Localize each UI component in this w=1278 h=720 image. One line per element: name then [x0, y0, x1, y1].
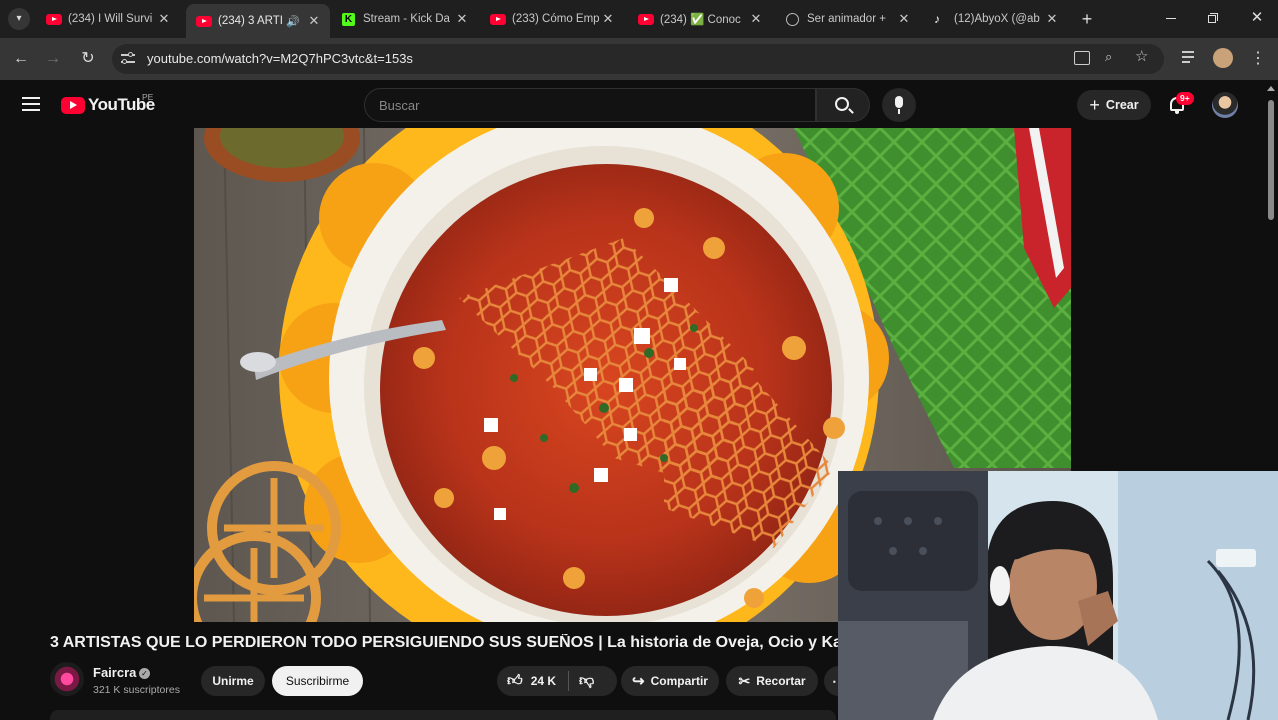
close-window-icon[interactable]: ✕ — [1248, 8, 1266, 28]
youtube-play-logo-icon — [61, 96, 85, 114]
address-bar[interactable]: youtube.com/watch?v=M2Q7hPC3vtc&t=153s ⌕… — [112, 44, 1164, 74]
globe-favicon-icon — [786, 12, 799, 26]
search-box[interactable]: Buscar — [364, 88, 816, 122]
subscriber-count: 321 K suscriptores — [93, 684, 180, 696]
media-controls-icon[interactable] — [1182, 51, 1198, 65]
channel-avatar[interactable] — [50, 662, 84, 696]
tab-4[interactable]: (233) Cómo Emp ✕ — [480, 6, 624, 32]
hamburger-menu-icon[interactable] — [22, 97, 40, 111]
new-tab-icon[interactable]: + — [1076, 8, 1098, 30]
tiktok-favicon-icon: ♪ — [934, 11, 940, 26]
restore-icon[interactable] — [1205, 10, 1221, 26]
kick-favicon-icon: K — [342, 12, 355, 26]
scroll-thumb[interactable] — [1268, 100, 1274, 220]
divider — [568, 671, 570, 691]
browser-toolbar: ← → ↻ youtube.com/watch?v=M2Q7hPC3vtc&t=… — [0, 38, 1278, 80]
bookmark-star-icon[interactable]: ☆ — [1135, 49, 1151, 65]
site-info-icon[interactable] — [120, 51, 136, 67]
search-button[interactable] — [816, 88, 870, 122]
webcam-overlay — [838, 471, 1278, 720]
clip-button[interactable]: ✂ Recortar — [726, 666, 818, 696]
subscribe-button[interactable]: Suscribirme — [272, 666, 363, 696]
search-input[interactable]: Buscar — [379, 98, 419, 113]
create-label: Crear — [1105, 98, 1139, 112]
thumbs-up-icon: 👍︎ — [507, 672, 523, 689]
tab-7[interactable]: ♪ (12)AbyoX (@ab ✕ — [924, 6, 1068, 32]
share-label: Compartir — [650, 674, 708, 688]
account-avatar[interactable] — [1212, 92, 1238, 118]
youtube-favicon-icon — [196, 15, 212, 27]
profile-avatar[interactable] — [1213, 48, 1233, 68]
plus-icon: + — [1089, 95, 1100, 115]
close-tab-icon[interactable]: ✕ — [306, 13, 322, 29]
dislike-button[interactable]: 👎︎ — [579, 666, 594, 696]
speaker-icon[interactable]: 🔊 — [286, 15, 300, 28]
channel-name[interactable]: Faircra — [93, 665, 136, 680]
back-arrow-icon[interactable]: ← — [10, 48, 32, 70]
description-box-edge — [50, 710, 836, 720]
like-count: 24 K — [530, 674, 557, 688]
thumbs-down-icon: 👎︎ — [579, 672, 595, 689]
video-title: 3 ARTISTAS QUE LO PERDIERON TODO PERSIGU… — [50, 634, 850, 651]
youtube-logo[interactable]: YouTube — [61, 95, 155, 115]
forward-arrow-icon[interactable]: → — [42, 48, 64, 70]
tab-6[interactable]: Ser animador + ✕ — [776, 6, 920, 32]
close-tab-icon[interactable]: ✕ — [748, 11, 764, 27]
browser-menu-icon[interactable]: ⋮ — [1250, 48, 1266, 70]
zoom-icon[interactable]: ⌕ — [1105, 50, 1119, 64]
youtube-header: YouTube PE Buscar + Crear 9+ — [0, 80, 1264, 128]
clip-label: Recortar — [756, 674, 806, 688]
webcam-feed — [838, 471, 1278, 720]
tab-3[interactable]: K Stream - Kick Da ✕ — [334, 6, 478, 32]
join-button[interactable]: Unirme — [201, 666, 265, 696]
scissors-icon: ✂ — [738, 672, 751, 689]
create-button[interactable]: + Crear — [1077, 90, 1151, 120]
reload-icon[interactable]: ↻ — [77, 48, 99, 70]
browser-tab-strip: ▾ (234) I Will Survi ✕ (234) 3 ARTI 🔊 ✕ … — [0, 0, 1278, 38]
like-dislike-group: 👍︎ 24 K 👎︎ — [497, 666, 617, 696]
youtube-favicon-icon — [46, 13, 62, 25]
url-text: youtube.com/watch?v=M2Q7hPC3vtc&t=153s — [147, 51, 413, 66]
microphone-icon — [895, 96, 903, 108]
tab-1[interactable]: (234) I Will Survi ✕ — [36, 6, 180, 32]
youtube-favicon-icon — [638, 13, 654, 25]
like-button[interactable]: 👍︎ 24 K — [497, 666, 556, 696]
tab-search-chevron-icon[interactable]: ▾ — [8, 8, 30, 30]
minimize-icon[interactable] — [1162, 9, 1180, 27]
youtube-favicon-icon — [490, 13, 506, 25]
close-tab-icon[interactable]: ✕ — [600, 11, 616, 27]
close-tab-icon[interactable]: ✕ — [454, 11, 470, 27]
tab-5[interactable]: (234) ✅ Conoc ✕ — [628, 6, 772, 32]
notification-badge: 9+ — [1176, 92, 1194, 105]
install-app-icon[interactable] — [1074, 51, 1090, 65]
close-tab-icon[interactable]: ✕ — [156, 11, 172, 27]
tab-2-active[interactable]: (234) 3 ARTI 🔊 ✕ — [186, 4, 330, 38]
scroll-up-arrow-icon[interactable] — [1267, 86, 1275, 91]
region-code: PE — [142, 92, 154, 102]
share-arrow-icon: ↪ — [632, 673, 645, 690]
verified-badge-icon: ✓ — [139, 668, 150, 679]
close-tab-icon[interactable]: ✕ — [896, 11, 912, 27]
voice-search-button[interactable] — [882, 88, 916, 122]
share-button[interactable]: ↪ Compartir — [621, 666, 719, 696]
close-tab-icon[interactable]: ✕ — [1044, 11, 1060, 27]
